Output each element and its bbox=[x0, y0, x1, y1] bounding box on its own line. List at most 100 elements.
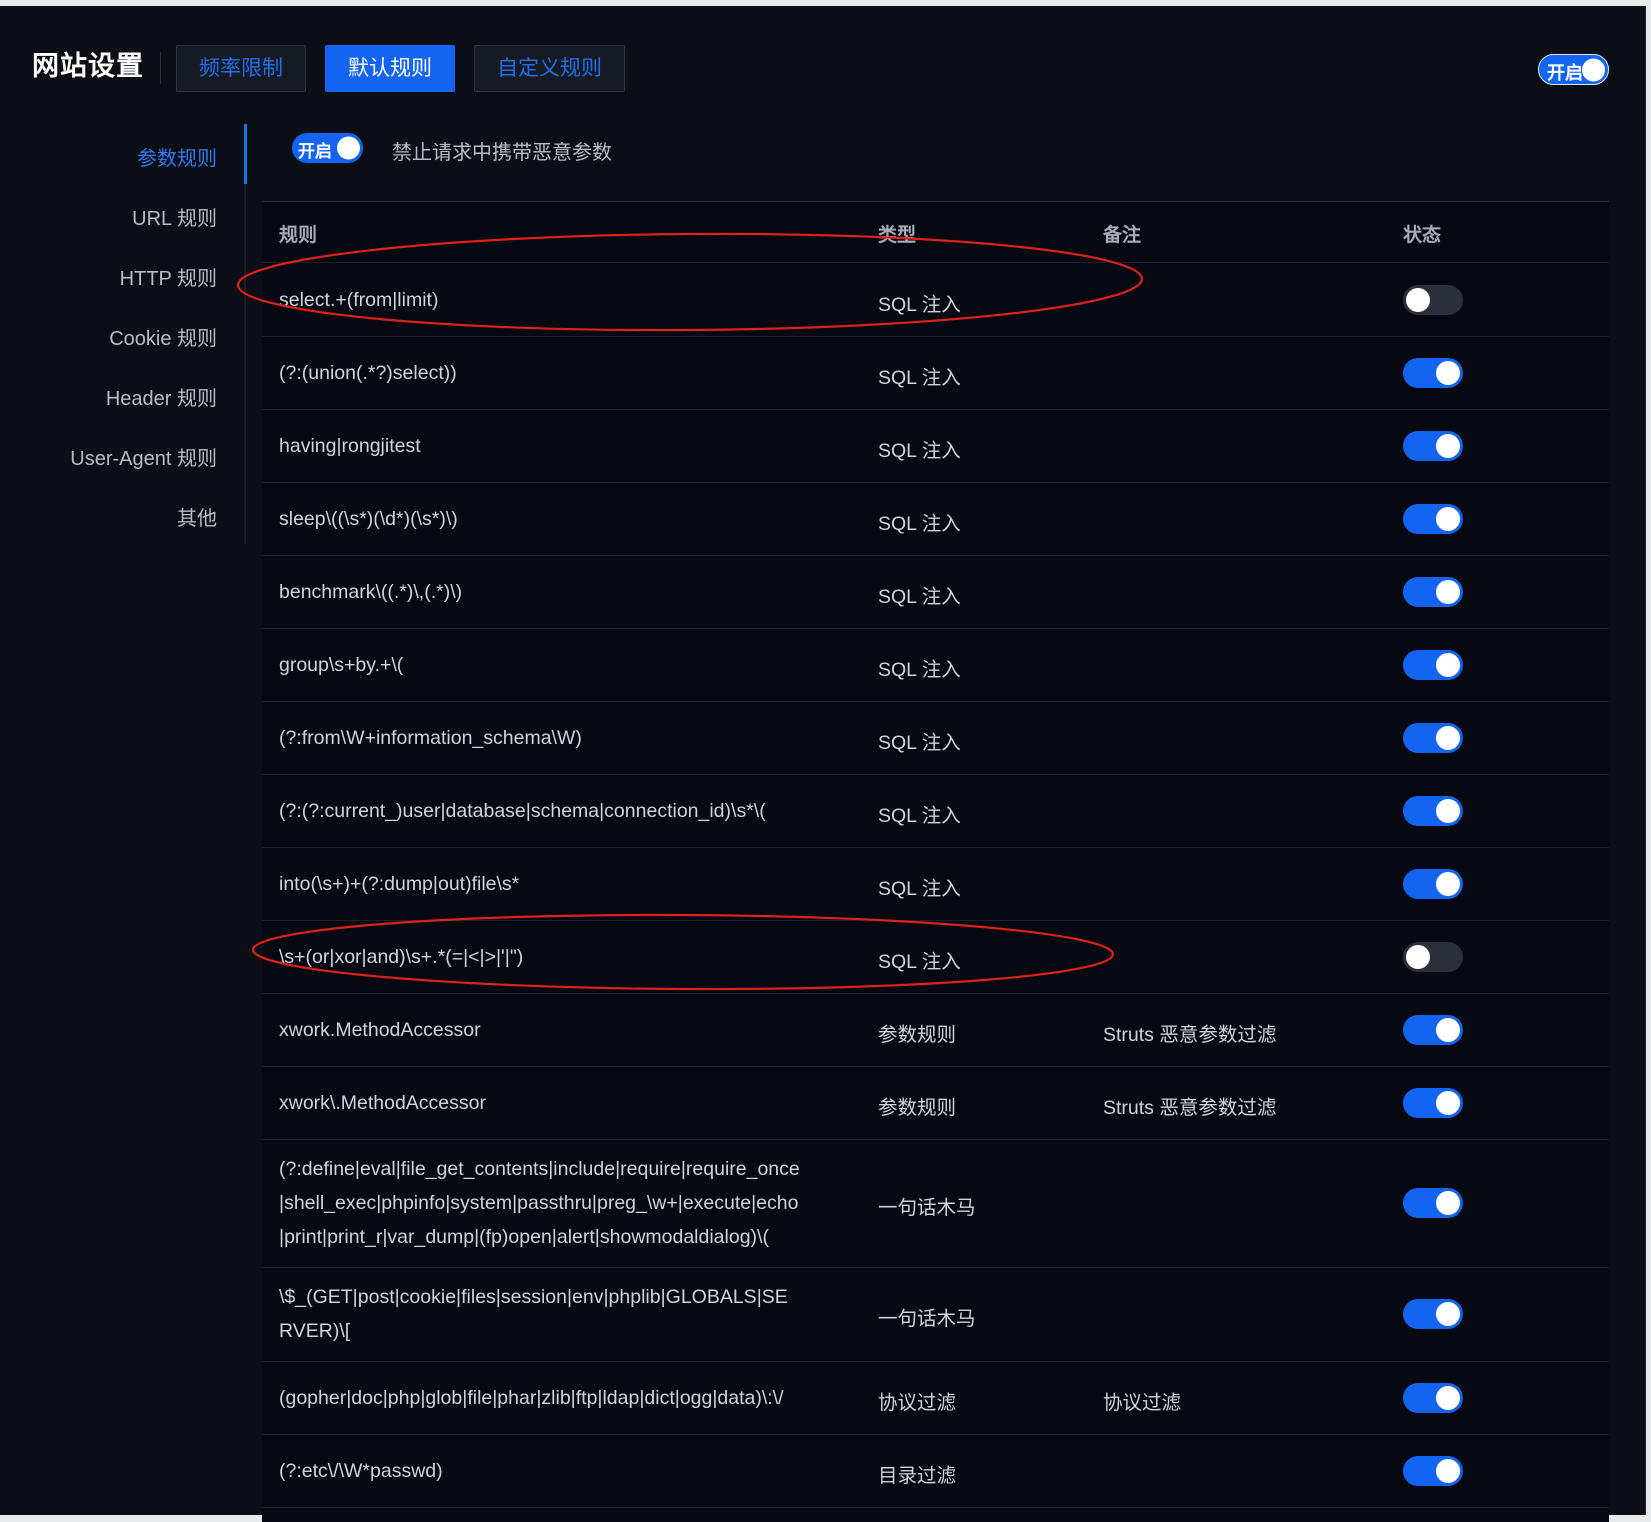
global-switch-label: 开启 bbox=[1547, 63, 1583, 83]
header-divider bbox=[160, 52, 161, 84]
rule-pattern: having|rongjitest bbox=[279, 429, 421, 463]
rule-status-toggle[interactable] bbox=[1403, 284, 1463, 315]
rule-type: 目录过滤 bbox=[878, 1464, 957, 1487]
rule-pattern-line: having|rongjitest bbox=[279, 434, 421, 457]
switch-knob bbox=[1436, 1191, 1460, 1215]
rule-status-toggle[interactable] bbox=[1403, 1014, 1463, 1045]
rule-pattern-line: select.+(from|limit) bbox=[279, 288, 439, 311]
rule-pattern-line: xwork.MethodAccessor bbox=[279, 1018, 481, 1041]
column-header-rule: 规则 bbox=[279, 225, 318, 246]
rule-type: 一句话木马 bbox=[878, 1308, 976, 1330]
sidebar-item-header-rules[interactable]: Header 规则 bbox=[106, 382, 217, 411]
switch-knob bbox=[1436, 506, 1460, 531]
table-row: (gopher|doc|php|glob|file|phar|zlib|ftp|… bbox=[262, 1361, 1609, 1435]
rule-status-toggle[interactable] bbox=[1403, 868, 1463, 899]
rule-pattern-line: into(\s+)+(?:dump|out)file\s* bbox=[279, 872, 520, 895]
sidebar-item-cookie-rules[interactable]: Cookie 规则 bbox=[109, 322, 217, 351]
table-row: group\s+by.+\( SQL 注入 bbox=[262, 628, 1609, 702]
column-header-note: 备注 bbox=[1103, 225, 1142, 246]
rule-pattern-line: |shell_exec|phpinfo|system|passthru|preg… bbox=[279, 1192, 799, 1214]
rule-type: 参数规则 bbox=[878, 1096, 957, 1119]
rule-type: SQL 注入 bbox=[878, 366, 961, 389]
rule-type: SQL 注入 bbox=[878, 877, 961, 900]
rule-status-toggle[interactable] bbox=[1403, 795, 1463, 826]
switch-knob bbox=[1582, 58, 1605, 81]
sidebar-item-http-rules[interactable]: HTTP 规则 bbox=[120, 262, 217, 291]
table-row: \$_(GET|post|cookie|files|session|env|ph… bbox=[262, 1267, 1609, 1362]
rule-status-toggle[interactable] bbox=[1403, 357, 1463, 388]
rule-note: Struts 恶意参数过滤 bbox=[1103, 1096, 1277, 1119]
sidebar-item-other[interactable]: 其他 bbox=[177, 502, 217, 531]
sidebar-item-param-rules[interactable]: 参数规则 bbox=[137, 142, 217, 171]
rule-pattern: (?:etc\/\W*passwd) bbox=[279, 1454, 443, 1488]
table-row: (?:define|eval|file_get_contents|include… bbox=[262, 1139, 1609, 1268]
sidebar-item-user-agent-rules[interactable]: User-Agent 规则 bbox=[70, 442, 217, 471]
page-title: 网站设置 bbox=[32, 51, 144, 81]
rule-status-toggle[interactable] bbox=[1403, 503, 1463, 534]
rule-type: SQL 注入 bbox=[878, 658, 961, 681]
switch-knob bbox=[1436, 1385, 1460, 1410]
switch-knob bbox=[1436, 1017, 1460, 1042]
rule-status-toggle[interactable] bbox=[1403, 722, 1463, 753]
switch-knob bbox=[1436, 360, 1460, 385]
rule-type: SQL 注入 bbox=[878, 439, 961, 462]
rule-type: SQL 注入 bbox=[878, 804, 961, 827]
rule-pattern: xwork\.MethodAccessor bbox=[279, 1086, 486, 1120]
rule-type: SQL 注入 bbox=[878, 585, 961, 608]
rule-status-toggle[interactable] bbox=[1403, 1382, 1463, 1413]
table-row: sleep\((\s*)(\d*)(\s*)\) SQL 注入 bbox=[262, 482, 1609, 556]
table-row: xwork.MethodAccessor 参数规则 Struts 恶意参数过滤 bbox=[262, 993, 1609, 1067]
rule-pattern: (?:(?:current_)user|database|schema|conn… bbox=[279, 794, 766, 828]
rule-type: SQL 注入 bbox=[878, 512, 961, 535]
rule-status-toggle[interactable] bbox=[1403, 941, 1463, 972]
table-row: (?:etc\/\W*passwd) 目录过滤 bbox=[262, 1434, 1609, 1508]
rule-status-toggle[interactable] bbox=[1403, 430, 1463, 461]
rule-type: 参数规则 bbox=[878, 1023, 957, 1046]
rule-pattern: sleep\((\s*)(\d*)(\s*)\) bbox=[279, 502, 458, 536]
tab-default-rules[interactable]: 默认规则 bbox=[325, 45, 455, 92]
table-row: \s+(or|xor|and)\s+.*(=|<|>|'|") SQL 注入 bbox=[262, 920, 1609, 994]
switch-knob bbox=[1436, 1090, 1460, 1115]
switch-knob bbox=[1406, 287, 1430, 312]
column-header-type: 类型 bbox=[878, 225, 917, 246]
rule-pattern-line: (?:define|eval|file_get_contents|include… bbox=[279, 1158, 800, 1180]
rule-type: SQL 注入 bbox=[878, 950, 961, 973]
global-enable-switch[interactable]: 开启 bbox=[1538, 54, 1609, 85]
rule-pattern-line: sleep\((\s*)(\d*)(\s*)\) bbox=[279, 507, 458, 530]
rule-type: SQL 注入 bbox=[878, 731, 961, 754]
sidebar-item-url-rules[interactable]: URL 规则 bbox=[132, 202, 217, 231]
settings-panel: 网站设置 频率限制 默认规则 自定义规则 开启 参数规则 URL 规则 HTTP… bbox=[0, 6, 1646, 1522]
rule-pattern: (gopher|doc|php|glob|file|phar|zlib|ftp|… bbox=[279, 1381, 784, 1415]
param-switch-label: 开启 bbox=[298, 142, 332, 161]
rule-pattern: (?:define|eval|file_get_contents|include… bbox=[279, 1152, 800, 1254]
rules-table: 规则 类型 备注 状态 select.+(from|limit) SQL 注入 (?… bbox=[262, 201, 1609, 1522]
rule-status-toggle[interactable] bbox=[1403, 1455, 1463, 1486]
rule-pattern-line: \$_(GET|post|cookie|files|session|env|ph… bbox=[279, 1286, 788, 1308]
rule-note: 协议过滤 bbox=[1103, 1391, 1182, 1414]
switch-knob bbox=[1436, 1458, 1460, 1483]
switch-knob bbox=[1436, 725, 1460, 750]
table-row: (?:from\W+information_schema\W) SQL 注入 bbox=[262, 701, 1609, 775]
param-rules-enable-switch[interactable]: 开启 bbox=[292, 133, 363, 163]
rule-status-toggle[interactable] bbox=[1403, 1087, 1463, 1118]
rule-status-toggle[interactable] bbox=[1403, 1299, 1463, 1329]
table-row: select.+(from|limit) SQL 注入 bbox=[262, 263, 1609, 337]
table-row: (?:(?:current_)user|database|schema|conn… bbox=[262, 774, 1609, 848]
switch-knob bbox=[1436, 579, 1460, 604]
tab-custom-rules[interactable]: 自定义规则 bbox=[474, 45, 625, 92]
rule-pattern-line: (?:etc\/\W*passwd) bbox=[279, 1459, 443, 1482]
switch-knob bbox=[1436, 871, 1460, 896]
table-row: into(\s+)+(?:dump|out)file\s* SQL 注入 bbox=[262, 847, 1609, 921]
rule-pattern-line: (?:(union(.*?)select)) bbox=[279, 361, 457, 384]
rule-pattern: (?:(union(.*?)select)) bbox=[279, 356, 457, 390]
rule-pattern-line: |print|print_r|var_dump|(fp)open|alert|s… bbox=[279, 1226, 769, 1248]
rule-status-toggle[interactable] bbox=[1403, 1188, 1463, 1218]
tab-rate-limit[interactable]: 频率限制 bbox=[176, 45, 306, 92]
switch-knob bbox=[1436, 652, 1460, 677]
rule-pattern: group\s+by.+\( bbox=[279, 648, 403, 682]
switch-knob bbox=[1436, 433, 1460, 458]
rule-pattern-line: \s+(or|xor|and)\s+.*(=|<|>|'|") bbox=[279, 945, 524, 968]
rule-status-toggle[interactable] bbox=[1403, 576, 1463, 607]
switch-knob bbox=[1436, 798, 1460, 823]
rule-status-toggle[interactable] bbox=[1403, 649, 1463, 680]
